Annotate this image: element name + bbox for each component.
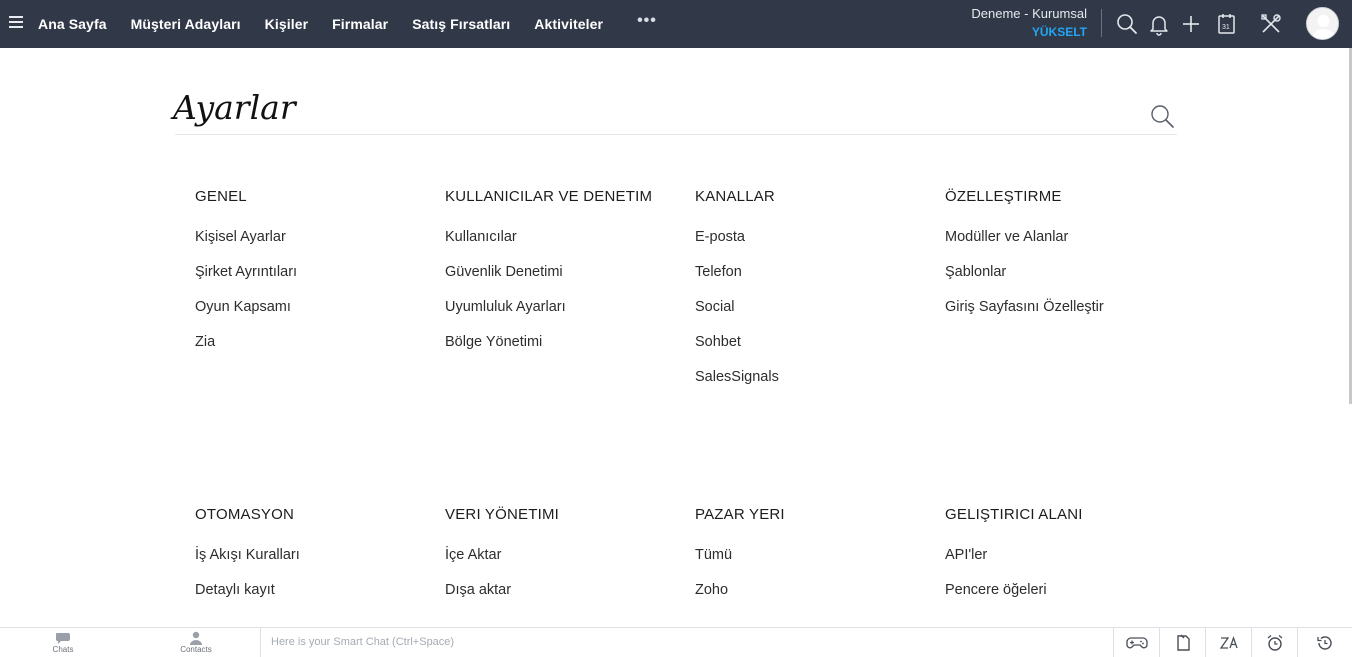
top-navigation-bar: Ana Sayfa Müşteri Adayları Kişiler Firma… [0,0,1352,48]
link-telephony[interactable]: Telefon [695,262,935,282]
section-title: GELIŞTIRICI ALANI [945,506,1083,523]
section-customization: ÖZELLEŞTIRME Modüller ve Alanlar Şablonl… [945,188,1185,317]
section-title: KULLANICILAR VE DENETIM [445,188,653,205]
link-apis[interactable]: API'ler [945,545,1185,565]
section-title: PAZAR YERI [695,506,785,523]
contacts-label: Contacts [180,645,212,654]
link-modules-fields[interactable]: Modüller ve Alanlar [945,227,1185,247]
note-icon[interactable] [1159,628,1205,657]
nav-item-deals[interactable]: Satış Fırsatları [412,16,510,32]
section-data-administration: VERI YÖNETIMI İçe Aktar Dışa aktar [445,506,685,600]
link-social[interactable]: Social [695,297,935,317]
link-users[interactable]: Kullanıcılar [445,227,685,247]
section-title: VERI YÖNETIMI [445,506,560,523]
translate-icon[interactable] [1205,628,1251,657]
section-general: GENEL Kişisel Ayarlar Şirket Ayrıntıları… [195,188,435,352]
calendar-icon[interactable]: 31 [1215,12,1239,36]
chats-tab[interactable]: Chats [40,628,86,657]
section-title: ÖZELLEŞTIRME [945,188,1062,205]
nav-item-leads[interactable]: Müşteri Adayları [131,16,241,32]
link-salessignals[interactable]: SalesSignals [695,367,935,387]
menu-icon[interactable] [9,16,23,29]
link-zia[interactable]: Zia [195,332,435,352]
nav-item-home[interactable]: Ana Sayfa [38,16,107,32]
link-templates[interactable]: Şablonlar [945,262,1185,282]
section-marketplace: PAZAR YERI Tümü Zoho [695,506,935,600]
link-chat[interactable]: Sohbet [695,332,935,352]
section-developer-space: GELIŞTIRICI ALANI API'ler Pencere öğeler… [945,506,1185,600]
nav-item-activities[interactable]: Aktiviteler [534,16,603,32]
link-compliance-settings[interactable]: Uyumluluk Ayarları [445,297,685,317]
link-export[interactable]: Dışa aktar [445,580,685,600]
section-channels: KANALLAR E-posta Telefon Social Sohbet S… [695,188,935,387]
link-security-control[interactable]: Güvenlik Denetimi [445,262,685,282]
link-territory-management[interactable]: Bölge Yönetimi [445,332,685,352]
section-title: OTOMASYON [195,506,295,523]
nav-item-accounts[interactable]: Firmalar [332,16,388,32]
section-title: GENEL [195,188,247,205]
divider [260,628,261,657]
org-info: Deneme - Kurumsal YÜKSELT [971,6,1087,39]
upgrade-link[interactable]: YÜKSELT [971,25,1087,39]
link-customize-home[interactable]: Giriş Sayfasını Özelleştir [945,297,1185,317]
divider [1101,9,1102,37]
smart-chat-input[interactable]: Here is your Smart Chat (Ctrl+Space) [271,636,454,648]
link-company-details[interactable]: Şirket Ayrıntıları [195,262,435,282]
main-nav: Ana Sayfa Müşteri Adayları Kişiler Firma… [38,0,657,48]
chat-bubble-icon [55,633,70,644]
link-personal-settings[interactable]: Kişisel Ayarlar [195,227,435,247]
link-gamescope[interactable]: Oyun Kapsamı [195,297,435,317]
person-icon [190,631,202,645]
contacts-tab[interactable]: Contacts [172,628,220,657]
link-zoho[interactable]: Zoho [695,580,935,600]
chats-label: Chats [52,645,74,654]
link-import[interactable]: İçe Aktar [445,545,685,565]
settings-tools-icon[interactable] [1259,12,1283,36]
section-title: KANALLAR [695,188,775,205]
link-workflow-rules[interactable]: İş Akışı Kuralları [195,545,435,565]
history-icon[interactable] [1297,628,1352,657]
bell-icon[interactable] [1147,12,1171,36]
gamepad-icon[interactable] [1113,628,1159,657]
alarm-clock-icon[interactable] [1251,628,1297,657]
nav-item-contacts[interactable]: Kişiler [265,16,309,32]
link-email[interactable]: E-posta [695,227,935,247]
section-users-control: KULLANICILAR VE DENETIM Kullanıcılar Güv… [445,188,685,352]
link-all[interactable]: Tümü [695,545,935,565]
link-widgets[interactable]: Pencere öğeleri [945,580,1185,600]
bottom-bar: Chats Contacts Here is your Smart Chat (… [0,627,1352,657]
section-automation: OTOMASYON İş Akışı Kuralları Detaylı kay… [195,506,435,600]
title-divider [175,134,1177,135]
more-icon[interactable]: ••• [637,12,657,30]
svg-text:31: 31 [1222,24,1230,31]
settings-search-icon[interactable] [1149,103,1175,129]
link-audit-log[interactable]: Detaylı kayıt [195,580,435,600]
avatar[interactable] [1306,7,1339,40]
org-name: Deneme - Kurumsal [971,6,1087,21]
search-icon[interactable] [1115,12,1139,36]
plus-icon[interactable] [1179,12,1203,36]
page-title: Ayarlar [173,88,296,127]
